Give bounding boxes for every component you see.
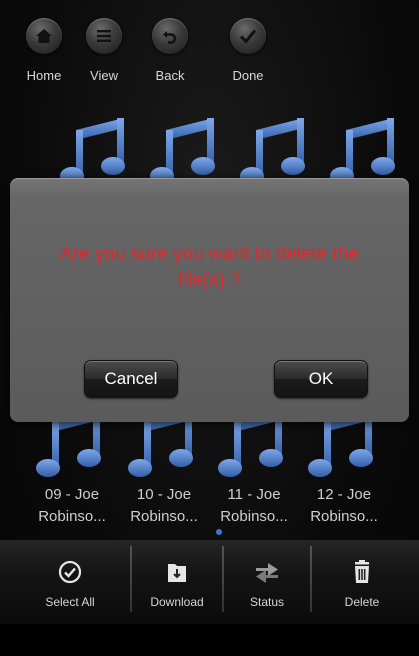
screen: Home View Back Done 09 - Joe Robinso... …: [0, 0, 419, 656]
checkmark-icon: [230, 18, 266, 54]
done-button[interactable]: Done: [214, 18, 282, 83]
toolbar-divider: [130, 546, 132, 612]
toolbar-divider: [222, 546, 224, 612]
file-caption: 11 - Joe Robinso...: [208, 484, 300, 528]
check-circle-icon: [56, 558, 84, 586]
dialog-message: Are you sure you want to delete the file…: [60, 244, 359, 291]
cancel-button[interactable]: Cancel: [84, 360, 178, 398]
back-arrow-icon: [152, 18, 188, 54]
done-label: Done: [232, 68, 264, 83]
download-button[interactable]: Download: [134, 540, 220, 624]
file-name-line1: 10 - Joe: [136, 486, 192, 503]
back-label: Back: [155, 68, 185, 83]
list-view-icon: [86, 18, 122, 54]
music-file-icon[interactable]: [150, 112, 222, 186]
toolbar-divider: [310, 546, 312, 612]
file-name-line1: 11 - Joe: [227, 486, 281, 503]
trash-icon: [348, 558, 376, 586]
page-indicator-dot: [216, 529, 222, 535]
music-file-icon[interactable]: [330, 112, 402, 186]
select-all-label: Select All: [45, 595, 95, 609]
file-name-line1: 12 - Joe: [316, 486, 372, 503]
music-file-icon[interactable]: [60, 112, 132, 186]
delete-confirm-dialog: Are you sure you want to delete the file…: [10, 178, 409, 422]
view-label: View: [90, 68, 118, 83]
home-label: Home: [26, 68, 62, 83]
home-icon: [26, 18, 62, 54]
transfer-arrows-icon: [253, 558, 281, 586]
ok-button[interactable]: OK: [274, 360, 368, 398]
file-caption: 12 - Joe Robinso...: [298, 484, 390, 528]
music-file-icon[interactable]: [240, 112, 312, 186]
bottom-toolbar: Select All Download Status Delete: [0, 540, 419, 624]
home-button[interactable]: Home: [10, 18, 78, 83]
file-caption: 10 - Joe Robinso...: [118, 484, 210, 528]
top-toolbar: Home View Back Done: [0, 0, 419, 108]
delete-label: Delete: [344, 595, 380, 609]
file-caption: 09 - Joe Robinso...: [26, 484, 118, 528]
download-label: Download: [150, 595, 204, 609]
file-name-line2: Robinso...: [220, 508, 288, 525]
select-all-button[interactable]: Select All: [20, 540, 120, 624]
view-button[interactable]: View: [70, 18, 138, 83]
file-name-line2: Robinso...: [38, 508, 106, 525]
file-name-line2: Robinso...: [310, 508, 378, 525]
status-label: Status: [249, 595, 285, 609]
file-name-line2: Robinso...: [130, 508, 198, 525]
download-folder-icon: [163, 558, 191, 586]
back-button[interactable]: Back: [136, 18, 204, 83]
status-button[interactable]: Status: [226, 540, 308, 624]
bottom-bar-background: [0, 624, 419, 656]
delete-button[interactable]: Delete: [314, 540, 410, 624]
file-name-line1: 09 - Joe: [44, 486, 100, 503]
